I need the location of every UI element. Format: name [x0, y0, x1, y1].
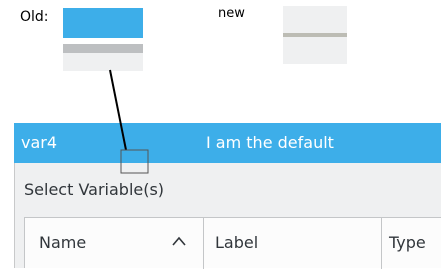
column-header-label[interactable]: Label	[203, 218, 382, 269]
old-annotation-label: Old:	[20, 9, 49, 25]
new-separator-swatch	[283, 33, 347, 37]
new-annotation-label: new	[218, 6, 245, 21]
column-header-label-label: Label	[215, 233, 259, 252]
old-titlebar-swatch	[63, 8, 143, 38]
select-variables-heading: Select Variable(s)	[24, 180, 165, 199]
variable-table-header: Name Label Type	[24, 217, 441, 269]
new-window-swatch	[283, 6, 347, 64]
column-header-name-label: Name	[39, 233, 87, 252]
titlebar-variable-name: var4	[21, 133, 58, 152]
old-separator-swatch	[63, 44, 143, 53]
titlebar-title: I am the default	[206, 133, 334, 152]
chevron-up-icon	[172, 236, 186, 246]
dialog-border	[14, 163, 15, 268]
column-header-type-label: Type	[389, 233, 426, 252]
dialog-titlebar[interactable]: var4 I am the default	[14, 123, 441, 163]
column-header-name[interactable]: Name	[25, 218, 204, 269]
column-header-type[interactable]: Type	[381, 218, 441, 269]
old-window-swatch	[63, 53, 143, 71]
